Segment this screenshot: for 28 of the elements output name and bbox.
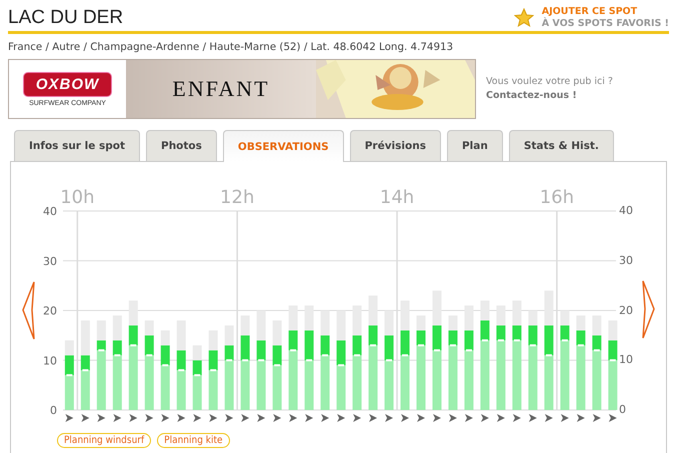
axis-label: 30 — [619, 254, 634, 267]
axis-label: 20 — [619, 304, 634, 316]
tab[interactable]: Prévisions — [350, 130, 441, 161]
axis-label: 0 — [50, 404, 57, 417]
axis-label: 20 — [43, 304, 57, 318]
axis-label: 0 — [619, 404, 627, 416]
star-icon[interactable] — [514, 8, 534, 28]
axis-label: 30 — [43, 254, 57, 268]
axis-label: 40 — [43, 205, 57, 218]
tab[interactable]: Photos — [146, 130, 217, 161]
hour-label: 14h — [380, 187, 414, 208]
tab[interactable]: Plan — [446, 130, 503, 161]
next-arrow-icon[interactable] — [642, 280, 656, 340]
hour-label: 10h — [60, 187, 95, 208]
tab[interactable]: Stats & Hist. — [508, 130, 614, 161]
ad-headline: ENFANT — [172, 76, 270, 102]
contact-link[interactable]: Contactez-nous ! — [486, 89, 613, 103]
previous-arrow-icon[interactable] — [22, 281, 35, 340]
brand-logo: OXBOW — [22, 72, 112, 96]
tab[interactable]: Infos sur le spot — [14, 130, 140, 161]
hour-label: 12h — [220, 187, 254, 208]
axis-label: 10 — [619, 354, 634, 366]
axis-label: 10 — [43, 354, 57, 368]
ad-prompt: Vous voulez votre pub ici ? — [486, 75, 613, 89]
axis-label: 40 — [619, 205, 634, 217]
hour-label: 16h — [540, 187, 574, 208]
breadcrumb: France / Autre / Champagne-Ardenne / Haute-Marne (52) / Lat. 48.6042 Long. 4.74913 — [8, 41, 454, 53]
page-title: LAC DU DER — [8, 7, 124, 29]
